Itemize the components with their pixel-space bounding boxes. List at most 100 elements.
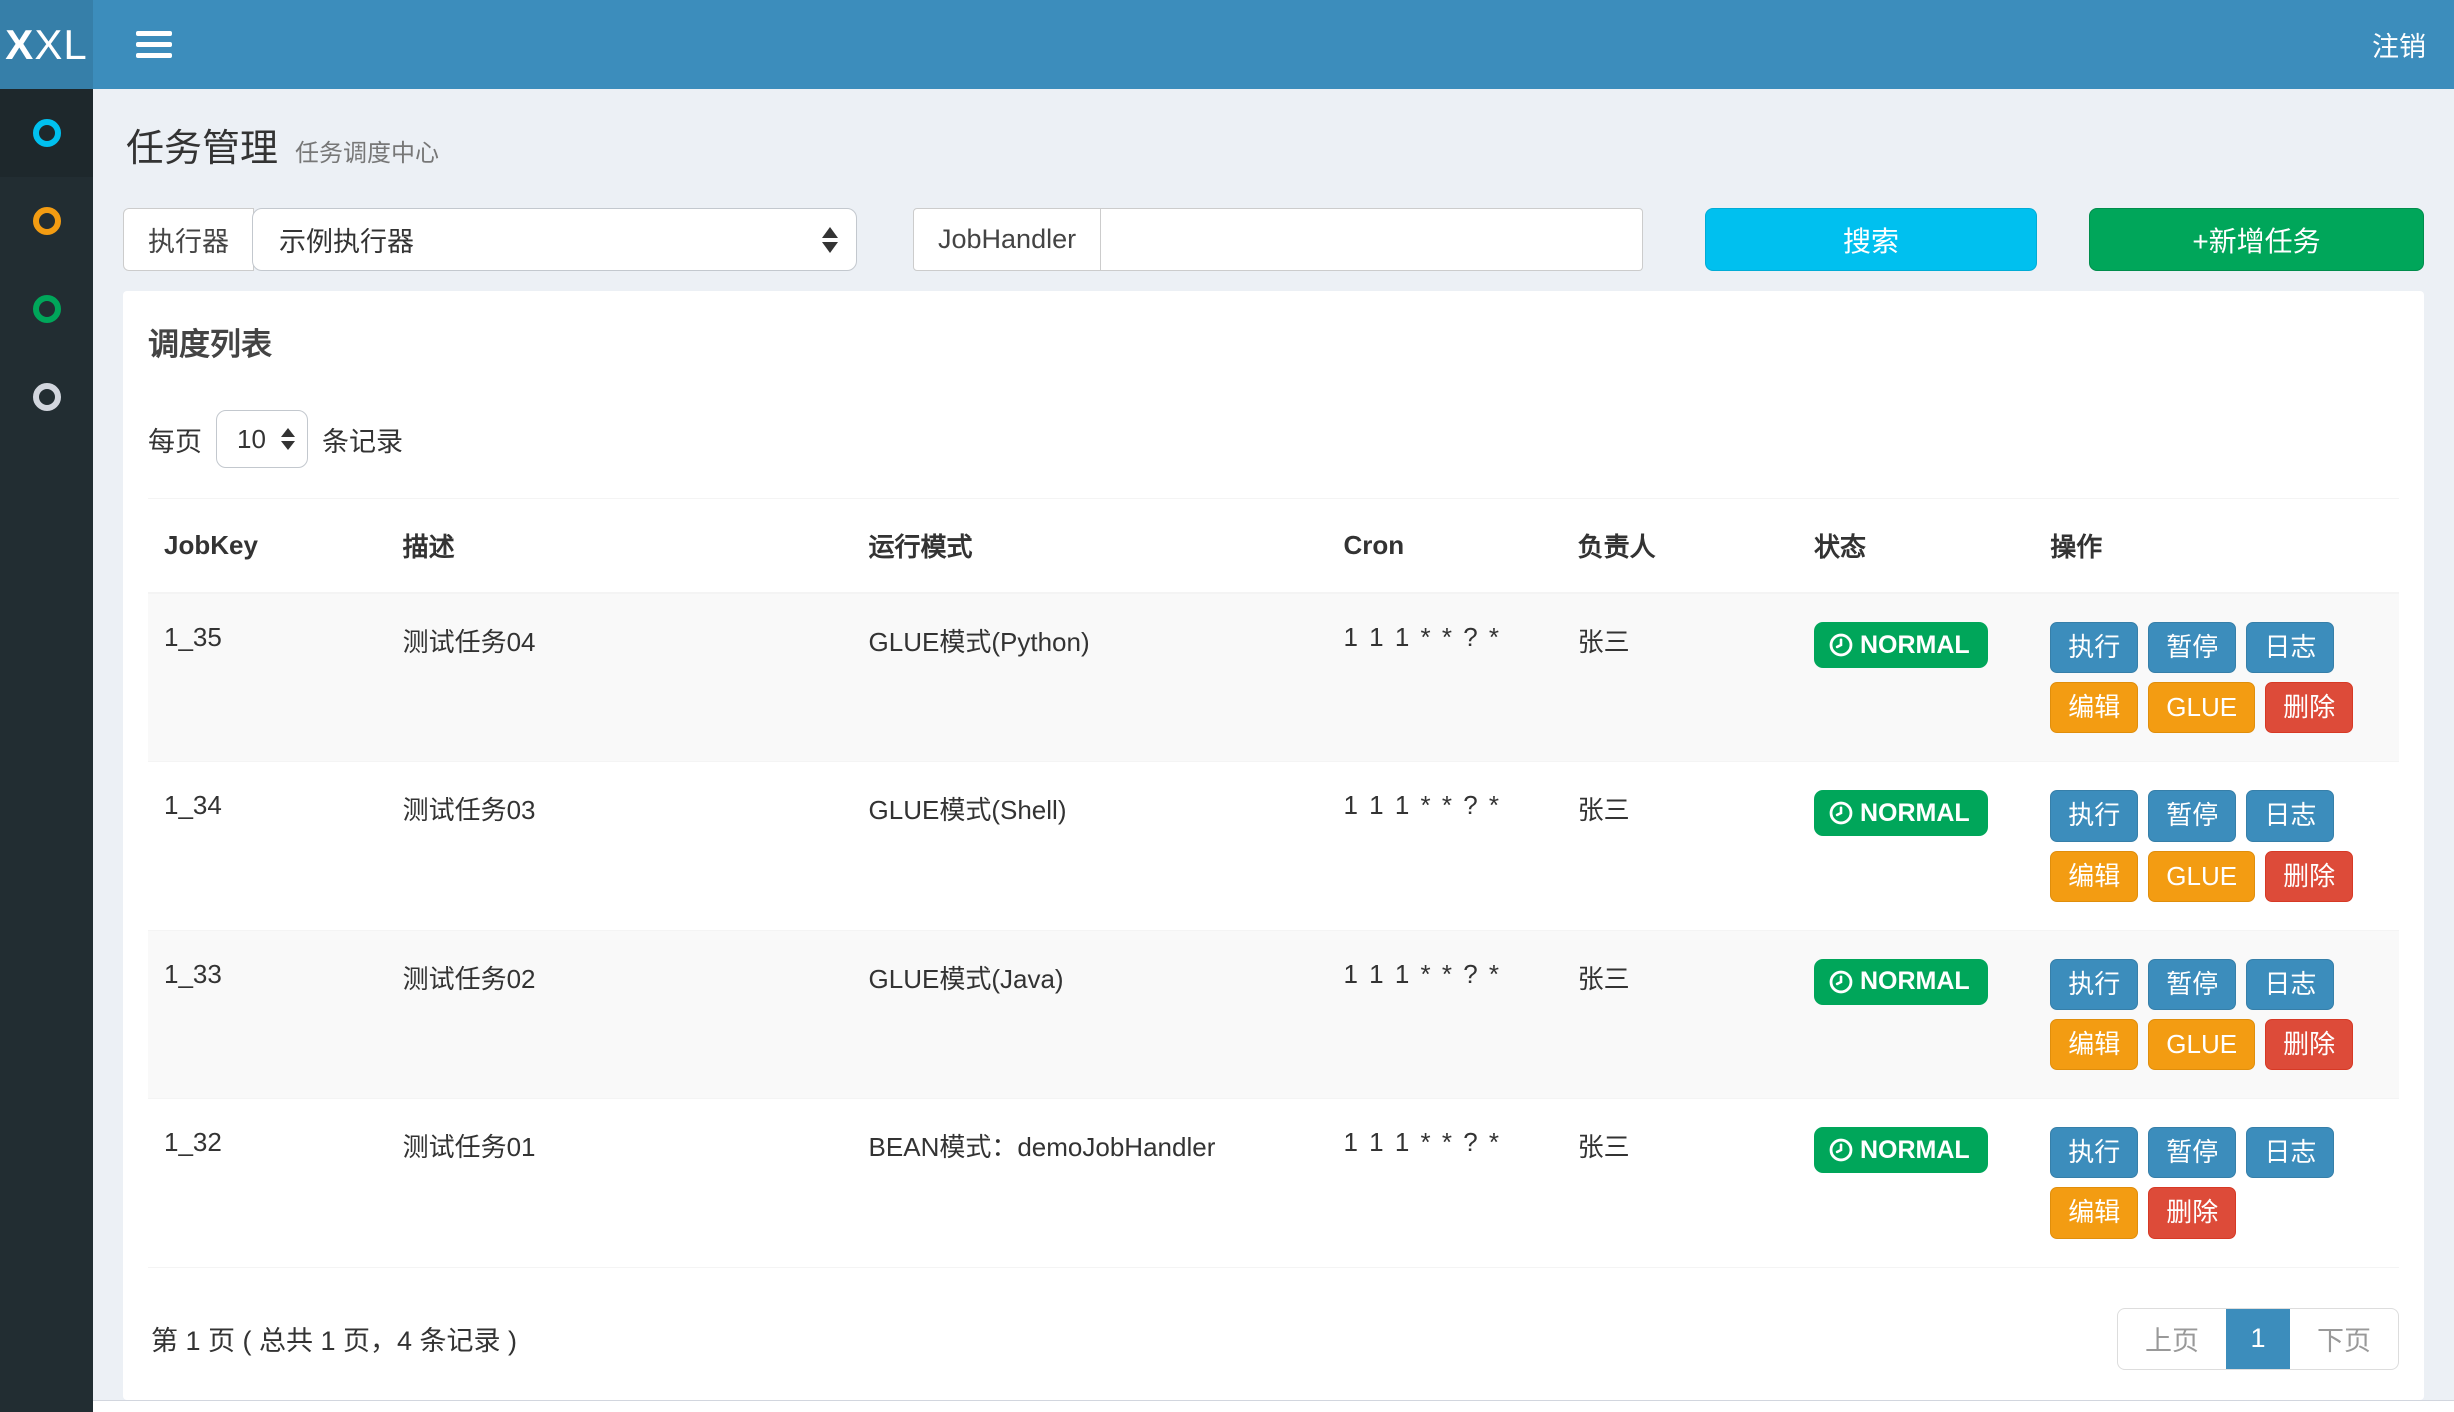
left-sidebar: [0, 89, 93, 1412]
filter-toolbar: 执行器 示例执行器 JobHandler 搜索 +新增任务: [123, 208, 2424, 271]
schedule-list-panel: 调度列表 每页 10 条记录 Job: [123, 291, 2424, 1400]
status-cell: NORMAL: [1798, 593, 2034, 762]
mode-cell: GLUE模式(Shell): [853, 762, 1328, 930]
status-label: NORMAL: [1860, 633, 1970, 658]
prev-page-button[interactable]: 上页: [2118, 1309, 2226, 1369]
cron-cell: 1 1 1 * * ? *: [1328, 930, 1562, 1098]
action-button-编辑[interactable]: 编辑: [2050, 851, 2138, 902]
jobhandler-input[interactable]: [1101, 208, 1643, 271]
current-page-button[interactable]: 1: [2226, 1309, 2290, 1369]
status-badge: NORMAL: [1814, 790, 1988, 836]
action-button-日志[interactable]: 日志: [2246, 959, 2334, 1010]
jobkey-cell: 1_33: [148, 930, 387, 1098]
page-size-select[interactable]: 10: [216, 410, 308, 468]
logo-text-bold: X: [5, 21, 34, 69]
sidebar-item-job-log[interactable]: [0, 177, 93, 265]
desc-cell: 测试任务04: [387, 593, 853, 762]
action-button-暂停[interactable]: 暂停: [2148, 790, 2236, 841]
actions-cell: 执行暂停日志编辑GLUE删除: [2034, 762, 2399, 930]
owner-cell: 张三: [1562, 930, 1798, 1098]
status-cell: NORMAL: [1798, 762, 2034, 930]
jobkey-cell: 1_32: [148, 1099, 387, 1267]
executor-select-value: 示例执行器: [279, 220, 414, 259]
action-button-日志[interactable]: 日志: [2246, 790, 2334, 841]
circle-icon: [33, 383, 61, 411]
pagination-control: 上页 1 下页: [2117, 1308, 2399, 1370]
search-button[interactable]: 搜索: [1705, 208, 2037, 271]
owner-cell: 张三: [1562, 762, 1798, 930]
circle-icon: [33, 295, 61, 323]
circle-icon: [33, 119, 61, 147]
sidebar-toggle-icon[interactable]: [126, 15, 182, 74]
table-header-row: JobKey描述运行模式Cron负责人状态操作: [148, 499, 2399, 594]
desc-cell: 测试任务03: [387, 762, 853, 930]
action-button-glue[interactable]: GLUE: [2148, 682, 2255, 733]
action-button-执行[interactable]: 执行: [2050, 1127, 2138, 1178]
desc-cell: 测试任务02: [387, 930, 853, 1098]
jobs-table: JobKey描述运行模式Cron负责人状态操作 1_35测试任务04GLUE模式…: [148, 498, 2399, 1268]
navbar-body: 注销: [93, 0, 2454, 89]
column-header: 状态: [1798, 499, 2034, 594]
action-button-编辑[interactable]: 编辑: [2050, 682, 2138, 733]
content-header: 任务管理 任务调度中心: [123, 89, 2424, 172]
actions-cell: 执行暂停日志编辑删除: [2034, 1099, 2399, 1267]
page-subtitle: 任务调度中心: [295, 140, 439, 167]
action-button-暂停[interactable]: 暂停: [2148, 622, 2236, 673]
executor-select[interactable]: 示例执行器: [252, 208, 857, 271]
status-badge: NORMAL: [1814, 622, 1988, 668]
mode-cell: GLUE模式(Python): [853, 593, 1328, 762]
action-button-删除[interactable]: 删除: [2265, 1019, 2353, 1070]
status-cell: NORMAL: [1798, 1099, 2034, 1267]
action-button-暂停[interactable]: 暂停: [2148, 1127, 2236, 1178]
status-label: NORMAL: [1860, 1138, 1970, 1163]
action-button-glue[interactable]: GLUE: [2148, 851, 2255, 902]
status-badge: NORMAL: [1814, 959, 1988, 1005]
action-button-执行[interactable]: 执行: [2050, 622, 2138, 673]
clock-icon: [1828, 800, 1854, 826]
action-button-删除[interactable]: 删除: [2265, 851, 2353, 902]
action-button-编辑[interactable]: 编辑: [2050, 1019, 2138, 1070]
table-row: 1_32测试任务01BEAN模式：demoJobHandler1 1 1 * *…: [148, 1099, 2399, 1267]
app-logo[interactable]: XXL: [0, 0, 93, 89]
action-button-编辑[interactable]: 编辑: [2050, 1187, 2138, 1238]
select-arrows-icon: [281, 428, 295, 450]
status-label: NORMAL: [1860, 969, 1970, 994]
owner-cell: 张三: [1562, 1099, 1798, 1267]
actions-cell: 执行暂停日志编辑GLUE删除: [2034, 930, 2399, 1098]
app-window: XXL 注销 任务管理 任务调度中心 执行器 示例执行器: [0, 0, 2454, 1412]
circle-icon: [33, 207, 61, 235]
action-button-暂停[interactable]: 暂停: [2148, 959, 2236, 1010]
jobkey-cell: 1_35: [148, 593, 387, 762]
table-row: 1_34测试任务03GLUE模式(Shell)1 1 1 * * ? *张三 NO…: [148, 762, 2399, 930]
jobhandler-label: JobHandler: [913, 208, 1101, 271]
jobkey-cell: 1_34: [148, 762, 387, 930]
logout-link[interactable]: 注销: [2372, 25, 2426, 64]
action-button-日志[interactable]: 日志: [2246, 1127, 2334, 1178]
action-button-执行[interactable]: 执行: [2050, 790, 2138, 841]
sidebar-item-executor-manage[interactable]: [0, 265, 93, 353]
cron-cell: 1 1 1 * * ? *: [1328, 593, 1562, 762]
sidebar-item-job-manage[interactable]: [0, 89, 93, 177]
cron-cell: 1 1 1 * * ? *: [1328, 1099, 1562, 1267]
action-button-删除[interactable]: 删除: [2148, 1187, 2236, 1238]
action-button-删除[interactable]: 删除: [2265, 682, 2353, 733]
add-job-button[interactable]: +新增任务: [2089, 208, 2424, 271]
action-button-glue[interactable]: GLUE: [2148, 1019, 2255, 1070]
page-title: 任务管理: [126, 128, 278, 170]
cron-cell: 1 1 1 * * ? *: [1328, 762, 1562, 930]
page-footer: Powered by XXL-JOB 1.7 Copyright © 2015-…: [93, 1400, 2454, 1412]
page-size-suffix: 条记录: [322, 420, 403, 459]
action-button-日志[interactable]: 日志: [2246, 622, 2334, 673]
column-header: 操作: [2034, 499, 2399, 594]
next-page-button[interactable]: 下页: [2290, 1309, 2398, 1369]
column-header: 运行模式: [853, 499, 1328, 594]
action-button-执行[interactable]: 执行: [2050, 959, 2138, 1010]
logo-text-rest: XL: [34, 21, 87, 69]
column-header: 负责人: [1562, 499, 1798, 594]
panel-title: 调度列表: [148, 315, 2399, 364]
sidebar-item-help[interactable]: [0, 353, 93, 441]
page-size-control: 每页 10 条记录: [148, 410, 2399, 468]
clock-icon: [1828, 632, 1854, 658]
table-footer: 第 1 页 ( 总共 1 页，4 条记录 ) 上页 1 下页: [148, 1308, 2399, 1370]
clock-icon: [1828, 969, 1854, 995]
